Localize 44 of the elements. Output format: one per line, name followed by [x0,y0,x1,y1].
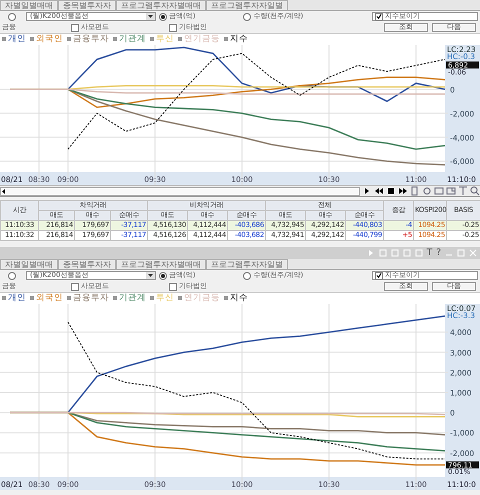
legend-item: 외국인 [30,294,63,303]
legend-item: 지수 [224,294,248,303]
checkbox[interactable] [71,282,79,290]
legend-item: 금융투자 [67,294,109,303]
legend-item: 투신 [150,35,174,44]
radio-button[interactable] [243,272,252,280]
search-icon[interactable] [470,186,480,196]
toolbar-glyph[interactable]: T [426,248,432,258]
window-icon[interactable] [434,186,444,196]
radio-button[interactable] [8,12,16,20]
checkbox[interactable] [375,12,383,20]
checkbox[interactable] [169,282,177,290]
legend-item: 금융투자 [67,35,109,44]
legend-item: 외국인 [30,35,63,44]
legend-item: 개인 [2,35,26,44]
tab[interactable]: 종목별투자자 [58,0,116,10]
legend-item: 지수 [224,35,248,44]
tab[interactable]: 프로그램투자자일별 [206,259,288,269]
radio-button[interactable] [159,12,167,20]
tab[interactable]: 프로그램투자자별매매 [116,259,206,269]
checkbox[interactable] [375,272,383,280]
caret-icon [146,13,155,20]
legend-item: 개인 [2,294,26,303]
legend-item: 연기금등 [178,294,220,303]
checkbox[interactable] [71,24,79,32]
tab[interactable]: 프로그램투자자별매매 [116,0,206,10]
tab[interactable]: 프로그램투자자일별 [206,0,288,10]
toolbar-glyph[interactable]: ? [436,248,441,258]
expand-icon[interactable] [446,186,456,196]
tab[interactable]: 자별일별매매 [0,0,58,10]
checkbox[interactable] [169,24,177,32]
legend-item: 기관계 [113,294,146,303]
left-arrow-icon[interactable] [1,188,7,194]
legend-item: 기관계 [113,35,146,44]
legend-item: 투신 [150,294,174,303]
tab[interactable]: 종목별투자자 [58,259,116,269]
radio-button[interactable] [159,272,167,280]
page-icon[interactable] [410,186,420,196]
caret-icon [146,272,155,279]
tab[interactable]: 자별일별매매 [0,259,58,269]
radio-button[interactable] [8,272,16,280]
legend-item: 연기금등 [178,35,220,44]
radio-button[interactable] [243,12,252,20]
stop-icon[interactable] [386,186,396,196]
